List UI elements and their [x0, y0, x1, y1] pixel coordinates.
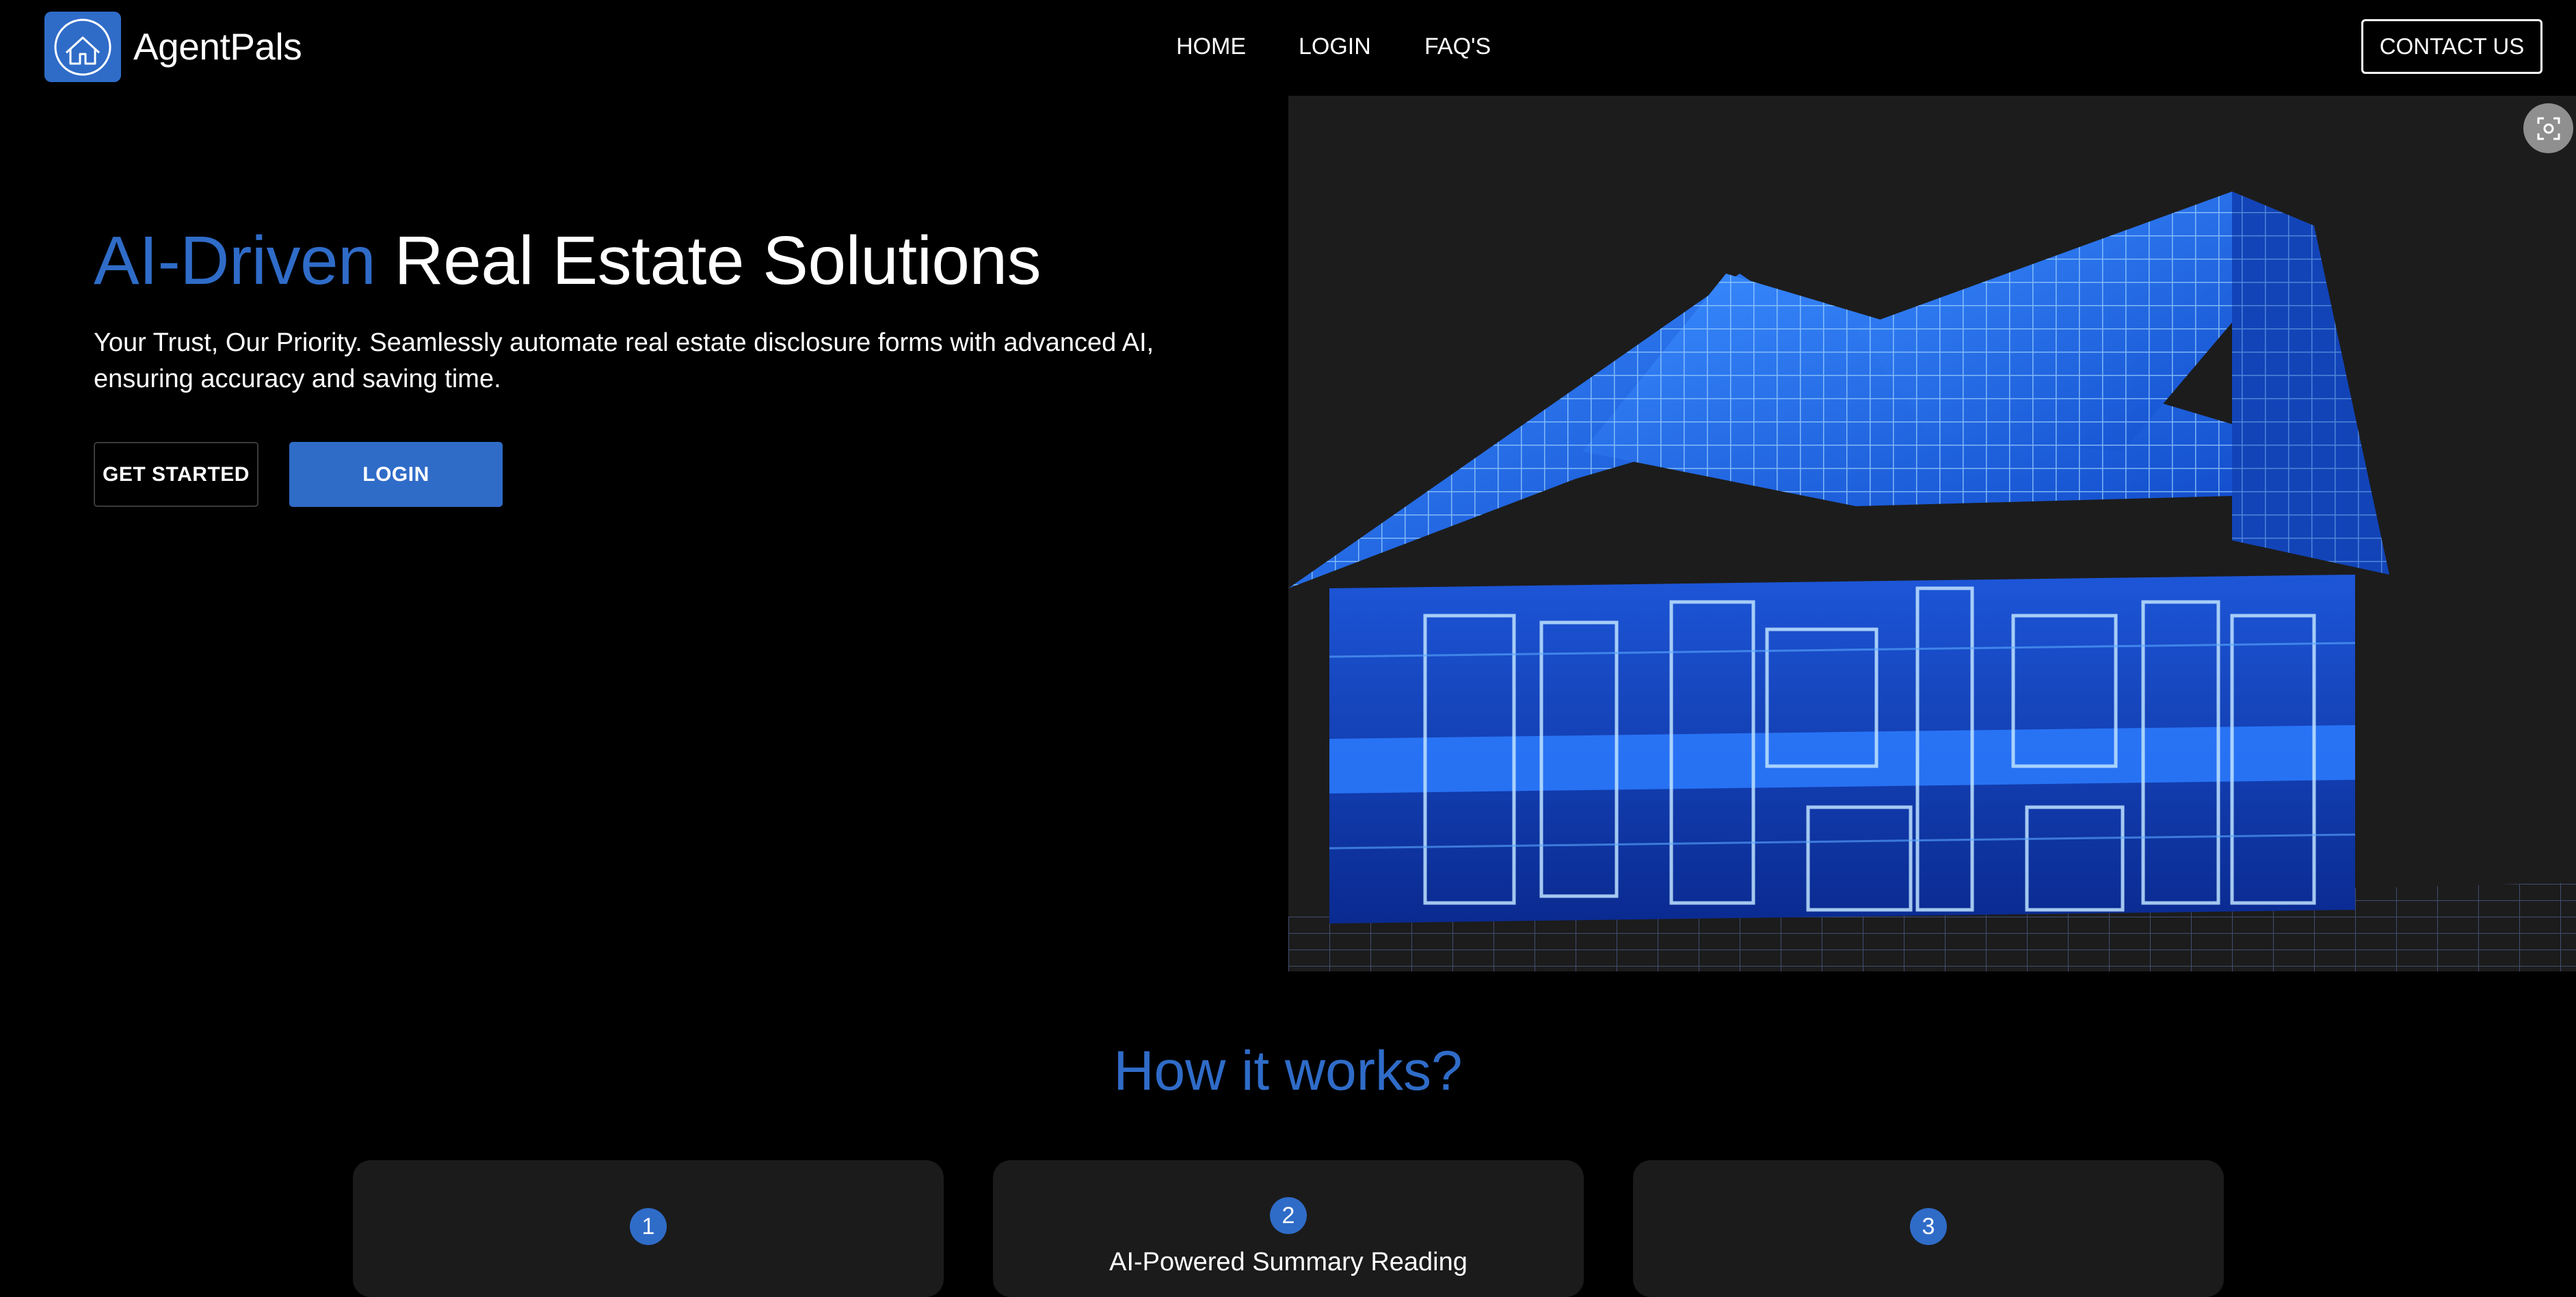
how-it-works-title: How it works?: [1113, 1040, 1463, 1102]
contact-us-button[interactable]: CONTACT US: [2361, 19, 2542, 74]
house-illustration: [1288, 192, 2576, 971]
hero-login-button[interactable]: LOGIN: [289, 442, 503, 507]
logo-icon[interactable]: [44, 12, 121, 82]
nav-home[interactable]: HOME: [1176, 33, 1246, 60]
step-card-1: 1: [353, 1160, 944, 1297]
nav-faqs[interactable]: FAQ'S: [1424, 33, 1491, 60]
visual-search-icon[interactable]: [2523, 103, 2573, 153]
nav-login[interactable]: LOGIN: [1299, 33, 1371, 60]
hero-title-accent: AI-Driven: [94, 222, 376, 299]
step-text-2: AI-Powered Summary Reading: [1109, 1248, 1468, 1276]
hero-title-rest: Real Estate Solutions: [375, 222, 1041, 299]
step-number-1: 1: [630, 1208, 667, 1245]
step-card-2: 2 AI-Powered Summary Reading: [993, 1160, 1584, 1297]
wireframe-house-image: [1288, 96, 2576, 971]
hero-subtitle: Your Trust, Our Priority. Seamlessly aut…: [94, 328, 1154, 393]
step-card-3: 3: [1633, 1160, 2224, 1297]
get-started-button[interactable]: GET STARTED: [94, 442, 258, 507]
step-number-2: 2: [1270, 1197, 1307, 1234]
hero-title: AI-Driven Real Estate Solutions: [94, 220, 1041, 301]
brand-name[interactable]: AgentPals: [133, 25, 302, 68]
step-number-3: 3: [1910, 1208, 1947, 1245]
